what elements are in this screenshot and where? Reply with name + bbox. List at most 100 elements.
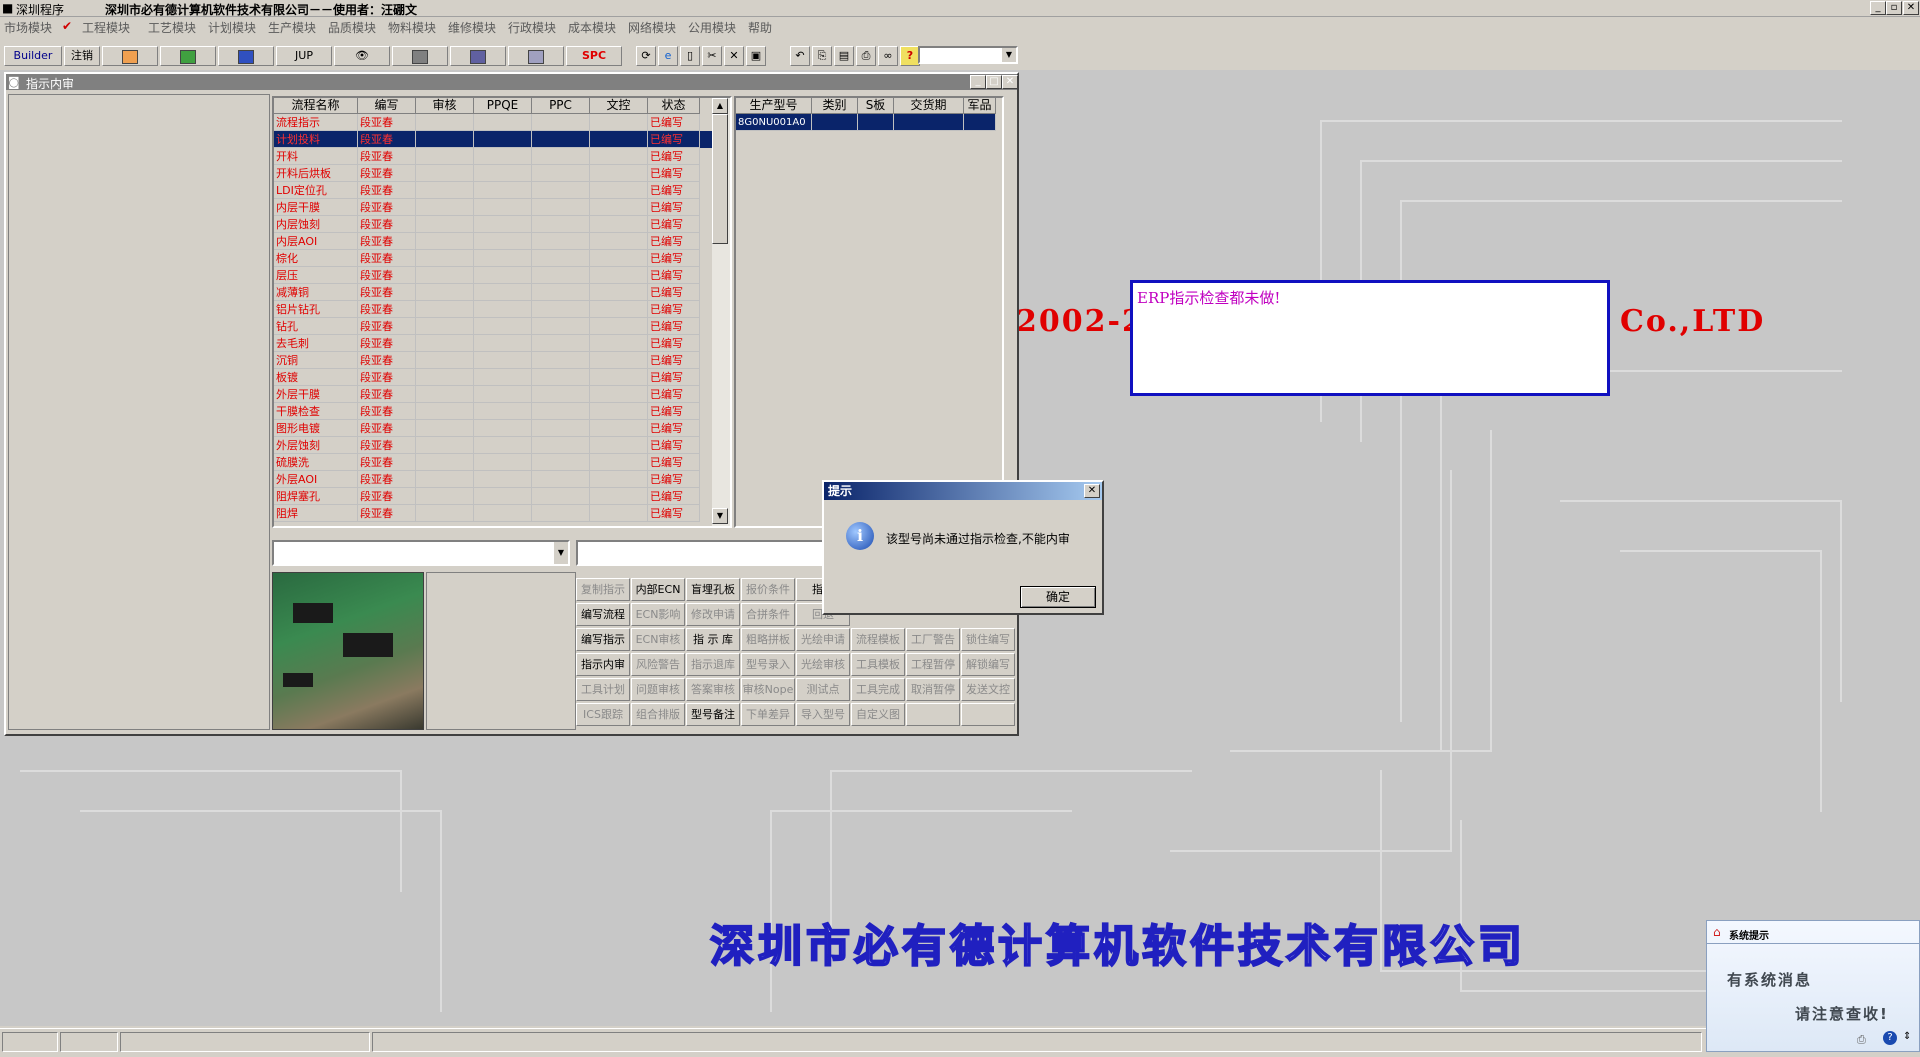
table-row[interactable]: LDI定位孔 段亚春 已编写 — [274, 182, 712, 199]
menu-item[interactable]: 网络模块 — [628, 19, 676, 36]
menu-item[interactable]: 物料模块 — [388, 19, 436, 36]
menu-item[interactable]: 工艺模块 — [148, 19, 196, 36]
column-header[interactable]: 文控 — [590, 98, 648, 114]
restore-button[interactable]: ▫ — [1886, 1, 1902, 15]
function-button[interactable]: 工程暂停 — [906, 653, 960, 676]
help-button[interactable]: ? — [900, 46, 920, 66]
tray-help-icon[interactable]: ? — [1883, 1031, 1897, 1045]
function-button[interactable]: ECN影响 — [631, 603, 685, 626]
ok-button[interactable]: 确定 — [1020, 586, 1096, 608]
function-button[interactable] — [906, 703, 960, 726]
table-row[interactable]: 外层干膜 段亚春 已编写 — [274, 386, 712, 403]
table-row[interactable]: 计划投料 段亚春 已编写 — [274, 131, 712, 148]
table-row[interactable]: 硫膜洗 段亚春 已编写 — [274, 454, 712, 471]
filter-combo-left[interactable]: ▼ — [272, 540, 570, 566]
scroll-down-icon[interactable]: ▼ — [712, 508, 728, 524]
process-grid-scrollbar[interactable]: ▲ ▼ — [712, 98, 730, 526]
column-header[interactable]: 流程名称 — [274, 98, 358, 114]
function-button[interactable]: ECN审核 — [631, 628, 685, 651]
table-row[interactable]: 减薄铜 段亚春 已编写 — [274, 284, 712, 301]
table-row[interactable]: 内层干膜 段亚春 已编写 — [274, 199, 712, 216]
jup-button[interactable]: JUP — [276, 46, 332, 66]
powerpoint-button[interactable] — [102, 46, 158, 66]
function-button[interactable]: 复制指示 — [576, 578, 630, 601]
function-button[interactable]: 下单差异 — [741, 703, 795, 726]
network-button[interactable] — [450, 46, 506, 66]
table-row[interactable]: 棕化 段亚春 已编写 — [274, 250, 712, 267]
table-row[interactable]: 铝片钻孔 段亚春 已编写 — [274, 301, 712, 318]
table-row[interactable]: 层压 段亚春 已编写 — [274, 267, 712, 284]
table-row[interactable]: 外层蚀刻 段亚春 已编写 — [274, 437, 712, 454]
table-row[interactable]: 钻孔 段亚春 已编写 — [274, 318, 712, 335]
function-button[interactable]: 修改申请 — [686, 603, 740, 626]
tray-printer-icon[interactable]: ⎙ — [1857, 1033, 1866, 1047]
minimize-button[interactable]: _ — [1870, 1, 1886, 15]
function-button[interactable]: 合拼条件 — [741, 603, 795, 626]
menu-item[interactable]: 计划模块 — [208, 19, 256, 36]
tray-arrow-icon[interactable]: ⇕ — [1903, 1031, 1911, 1042]
function-button[interactable]: 型号备注 — [686, 703, 740, 726]
function-button[interactable]: 组合排版 — [631, 703, 685, 726]
dialog-close-button[interactable]: ✕ — [1084, 484, 1100, 498]
table-row[interactable]: 阻焊塞孔 段亚春 已编写 — [274, 488, 712, 505]
scroll-up-icon[interactable]: ▲ — [712, 98, 728, 114]
function-button[interactable]: 问题审核 — [631, 678, 685, 701]
function-button[interactable]: 测试点 — [796, 678, 850, 701]
preview-button[interactable]: ▤ — [834, 46, 854, 66]
column-header[interactable]: 审核 — [416, 98, 474, 114]
table-row[interactable]: 板镀 段亚春 已编写 — [274, 369, 712, 386]
print-button[interactable]: ⎙ — [856, 46, 876, 66]
column-header[interactable]: 状态 — [648, 98, 700, 114]
function-button[interactable]: 编写流程 — [576, 603, 630, 626]
function-button[interactable]: 内部ECN — [631, 578, 685, 601]
function-button[interactable]: 型号录入 — [741, 653, 795, 676]
function-button[interactable]: 指示退库 — [686, 653, 740, 676]
builder-button[interactable]: Builder — [4, 46, 62, 66]
function-button[interactable]: 报价条件 — [741, 578, 795, 601]
table-row[interactable]: 开料 段亚春 已编写 — [274, 148, 712, 165]
column-header[interactable]: PPC — [532, 98, 590, 114]
eye-button[interactable]: 👁 — [334, 46, 390, 66]
function-button[interactable]: 发送文控 — [961, 678, 1015, 701]
function-button[interactable]: 指 示 库 — [686, 628, 740, 651]
printer-button[interactable] — [508, 46, 564, 66]
find-button[interactable]: ∞ — [878, 46, 898, 66]
function-button[interactable]: 粗略拼板 — [741, 628, 795, 651]
function-button[interactable]: 答案审核 — [686, 678, 740, 701]
toolbar-dropdown[interactable]: ▼ — [918, 46, 1018, 64]
column-header[interactable]: 交货期 — [894, 98, 964, 114]
process-grid[interactable]: 流程名称 编写 审核 PPQE PPC 文控 状态 流程指示 段亚春 已编写 计划投料 段亚春 已编写… — [272, 96, 732, 528]
menu-item[interactable]: 生产模块 — [268, 19, 316, 36]
function-button[interactable] — [961, 703, 1015, 726]
function-button[interactable]: 导入型号 — [796, 703, 850, 726]
menu-item[interactable]: 公用模块 — [688, 19, 736, 36]
column-header[interactable]: 类别 — [812, 98, 858, 114]
menu-item[interactable]: 行政模块 — [508, 19, 556, 36]
scroll-thumb[interactable] — [712, 114, 728, 244]
child-minimize-button[interactable]: _ — [970, 75, 986, 89]
function-button[interactable]: 解锁编写 — [961, 653, 1015, 676]
table-row[interactable]: 图形电镀 段亚春 已编写 — [274, 420, 712, 437]
undo-button[interactable]: ↶ — [790, 46, 810, 66]
menu-item[interactable]: 维修模块 — [448, 19, 496, 36]
child-close-button[interactable]: ✕ — [1002, 75, 1018, 89]
menu-item[interactable]: 品质模块 — [328, 19, 376, 36]
column-header[interactable]: PPQE — [474, 98, 532, 114]
table-row[interactable]: 阻焊 段亚春 已编写 — [274, 505, 712, 522]
system-notification-popup[interactable]: ⌂ 系统提示 有系统消息 请注意查收! ⎙ ? ⇕ — [1706, 920, 1920, 1052]
function-button[interactable]: 编写指示 — [576, 628, 630, 651]
function-button[interactable]: 审核Nope — [741, 678, 795, 701]
table-row[interactable]: 外层AOI 段亚春 已编写 — [274, 471, 712, 488]
delete-button[interactable]: ✕ — [724, 46, 744, 66]
table-row[interactable]: 开料后烘板 段亚春 已编写 — [274, 165, 712, 182]
function-button[interactable]: 自定义图 — [851, 703, 905, 726]
table-row[interactable]: 内层AOI 段亚春 已编写 — [274, 233, 712, 250]
function-button[interactable]: 取消暂停 — [906, 678, 960, 701]
function-button[interactable]: 风险警告 — [631, 653, 685, 676]
function-button[interactable]: 光绘审核 — [796, 653, 850, 676]
function-button[interactable]: 锁住编写 — [961, 628, 1015, 651]
chevron-down-icon[interactable]: ▼ — [1002, 48, 1016, 62]
ie-button[interactable]: e — [658, 46, 678, 66]
menu-item[interactable]: 市场模块 — [4, 19, 52, 36]
logout-button[interactable]: 注销 — [64, 46, 100, 66]
